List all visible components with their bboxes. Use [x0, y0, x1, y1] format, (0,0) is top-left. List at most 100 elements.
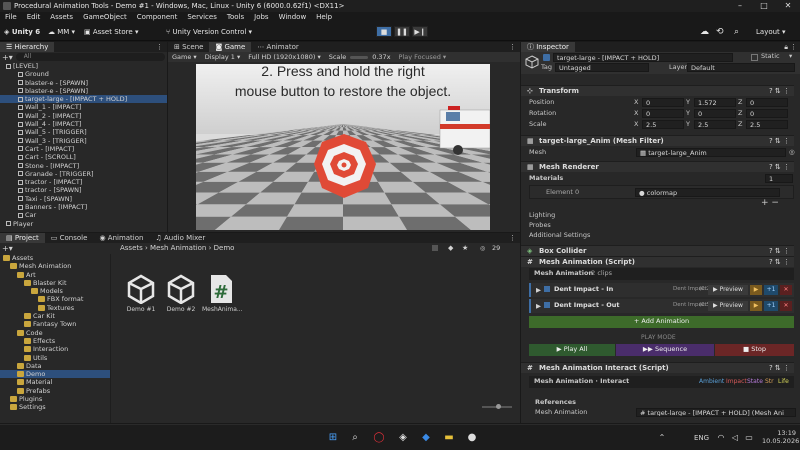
project-folder[interactable]: Utils: [0, 354, 110, 362]
add-animation-button[interactable]: + Add Animation: [529, 316, 794, 328]
step-button[interactable]: ▶❙: [412, 26, 428, 37]
tab-game[interactable]: ◙ Game: [209, 42, 252, 52]
menu-help[interactable]: Help: [311, 12, 337, 23]
filter-icon[interactable]: [432, 245, 438, 251]
file-explorer-icon[interactable]: ▬: [442, 431, 456, 445]
clip-enabled-checkbox[interactable]: [544, 302, 550, 308]
hierarchy-item[interactable]: tractor - [IMPACT]: [0, 178, 167, 186]
account-button[interactable]: ☁ MM ▾: [48, 26, 75, 38]
mesh-filter-header[interactable]: ▦ target-large_Anim (Mesh Filter) ? ⇅ ⋮: [521, 135, 794, 146]
hierarchy-item[interactable]: Wall_4 - [IMPACT]: [0, 120, 167, 128]
box-collider-header[interactable]: ◈ Box Collider? ⇅ ⋮: [521, 245, 794, 256]
axis-x-label[interactable]: X: [634, 109, 638, 118]
eye-icon[interactable]: ◎: [480, 245, 485, 252]
ref-mesh-animation-field[interactable]: # target-large - [IMPACT + HOLD] (Mesh A…: [636, 408, 796, 417]
game-viewport[interactable]: 2. Press and hold the right mouse button…: [196, 64, 490, 230]
mode-life[interactable]: Life: [778, 377, 789, 386]
hierarchy-item[interactable]: Wall_5 - [TRIGGER]: [0, 128, 167, 136]
transform-scale-z-field[interactable]: 2.5: [746, 120, 788, 129]
lock-icon[interactable]: 🔒︎: [784, 42, 788, 52]
component-menu-icon[interactable]: ? ⇅ ⋮: [769, 257, 790, 268]
menu-file[interactable]: File: [0, 12, 22, 23]
windows-start-icon[interactable]: ⊞: [326, 431, 340, 445]
project-folder[interactable]: FBX format: [0, 295, 110, 303]
project-folder[interactable]: Blaster Kit: [0, 279, 110, 287]
sequence-button[interactable]: ▶▶ Sequence: [616, 344, 714, 356]
project-folder[interactable]: Textures: [0, 304, 110, 312]
axis-z-label[interactable]: Z: [738, 120, 742, 129]
zoom-slider[interactable]: [482, 404, 512, 409]
transform-rotation-y-field[interactable]: 0: [694, 109, 736, 118]
play-button[interactable]: ■: [376, 26, 392, 37]
project-folder[interactable]: Fantasy Town: [0, 320, 110, 328]
tab-console[interactable]: ▭ Console: [45, 233, 94, 243]
mode-ambient[interactable]: Ambient: [699, 377, 724, 386]
tab-project[interactable]: ▤ Project: [0, 233, 45, 243]
expand-arrow-icon[interactable]: ▶: [536, 302, 541, 310]
project-folder[interactable]: Effects: [0, 337, 110, 345]
github-icon[interactable]: ●: [465, 431, 479, 445]
tab-animator[interactable]: ⋯ Animator: [251, 42, 304, 52]
transform-scale-y-field[interactable]: 2.5: [694, 120, 736, 129]
hierarchy-item[interactable]: blaster-e - [SPAWN]: [0, 79, 167, 87]
project-folder[interactable]: Prefabs: [0, 387, 110, 395]
panel-menu-icon[interactable]: ⋮: [790, 42, 797, 52]
probes-foldout[interactable]: Probes: [529, 221, 551, 230]
project-folder[interactable]: Data: [0, 362, 110, 370]
project-folder[interactable]: Mesh Animation: [0, 262, 110, 270]
transform-position-y-field[interactable]: 1.572: [694, 98, 736, 107]
transform-rotation-z-field[interactable]: 0: [746, 109, 788, 118]
hierarchy-item[interactable]: Wall_3 - [TRIGGER]: [0, 137, 167, 145]
vscode-icon[interactable]: ◆: [419, 431, 433, 445]
language-indicator[interactable]: ENG: [694, 434, 709, 442]
add-element-button[interactable]: + −: [761, 199, 779, 208]
menu-gameobject[interactable]: GameObject: [78, 12, 132, 23]
transform-position-x-field[interactable]: 0: [642, 98, 684, 107]
transform-position-z-field[interactable]: 0: [746, 98, 788, 107]
clip-play-button[interactable]: ▶: [750, 285, 762, 295]
hierarchy-item[interactable]: Wall_2 - [IMPACT]: [0, 112, 167, 120]
project-folder[interactable]: Plugins: [0, 395, 110, 403]
tag-dropdown[interactable]: Untagged: [555, 63, 649, 72]
chevron-down-icon[interactable]: ▾: [789, 52, 792, 61]
object-name-field[interactable]: target-large - [IMPACT + HOLD]: [553, 53, 733, 62]
play-all-button[interactable]: ▶ Play All: [529, 344, 615, 356]
clip-enabled-checkbox[interactable]: [544, 286, 550, 292]
add-icon[interactable]: +▾: [2, 53, 13, 62]
mesh-renderer-header[interactable]: ▦ Mesh Renderer ? ⇅ ⋮: [521, 161, 794, 172]
menu-tools[interactable]: Tools: [222, 12, 249, 23]
component-menu-icon[interactable]: ? ⇅ ⋮: [769, 136, 790, 147]
menu-jobs[interactable]: Jobs: [249, 12, 273, 23]
unity-version-button[interactable]: ◈ Unity 6: [4, 26, 40, 38]
asset-meshanimation-script[interactable]: # MeshAnima...: [202, 274, 243, 313]
project-folder[interactable]: Code: [0, 329, 110, 337]
hierarchy-item[interactable]: Car: [0, 211, 167, 219]
volume-icon[interactable]: ◁: [728, 431, 742, 445]
project-folder[interactable]: Assets: [0, 254, 110, 262]
cloud-icon[interactable]: ☁: [700, 26, 709, 38]
axis-y-label[interactable]: Y: [686, 98, 690, 107]
asset-demo-1[interactable]: Demo #1: [122, 274, 160, 313]
axis-y-label[interactable]: Y: [686, 120, 690, 129]
active-checkbox[interactable]: [543, 54, 550, 61]
static-checkbox[interactable]: [751, 54, 758, 61]
tab-inspector[interactable]: ⓘ Inspector: [521, 42, 575, 52]
asset-store-button[interactable]: ▣ Asset Store ▾: [84, 26, 138, 38]
clock[interactable]: 13:19 10.05.2026: [762, 429, 799, 445]
mode-impact[interactable]: Impact: [726, 377, 747, 386]
project-folder[interactable]: Models: [0, 287, 110, 295]
project-folder[interactable]: Car Kit: [0, 312, 110, 320]
materials-count-field[interactable]: 1: [765, 174, 793, 183]
material-field[interactable]: ● colormap: [635, 188, 780, 197]
hierarchy-item[interactable]: target-large - [IMPACT + HOLD]: [0, 95, 167, 104]
component-menu-icon[interactable]: ? ⇅ ⋮: [769, 162, 790, 173]
display-dropdown[interactable]: Display 1 ▾: [201, 53, 245, 61]
component-menu-icon[interactable]: ? ⇅ ⋮: [769, 363, 790, 374]
project-folder[interactable]: Material: [0, 378, 110, 386]
breadcrumb-demo[interactable]: Demo: [214, 244, 235, 252]
axis-x-label[interactable]: X: [634, 120, 638, 129]
mesh-animation-header[interactable]: # Mesh Animation (Script) ? ⇅ ⋮: [521, 256, 794, 267]
hierarchy-item[interactable]: Player: [0, 220, 167, 228]
close-icon[interactable]: ✕: [776, 0, 800, 12]
tab-scene[interactable]: ⊞ Scene: [168, 42, 209, 52]
